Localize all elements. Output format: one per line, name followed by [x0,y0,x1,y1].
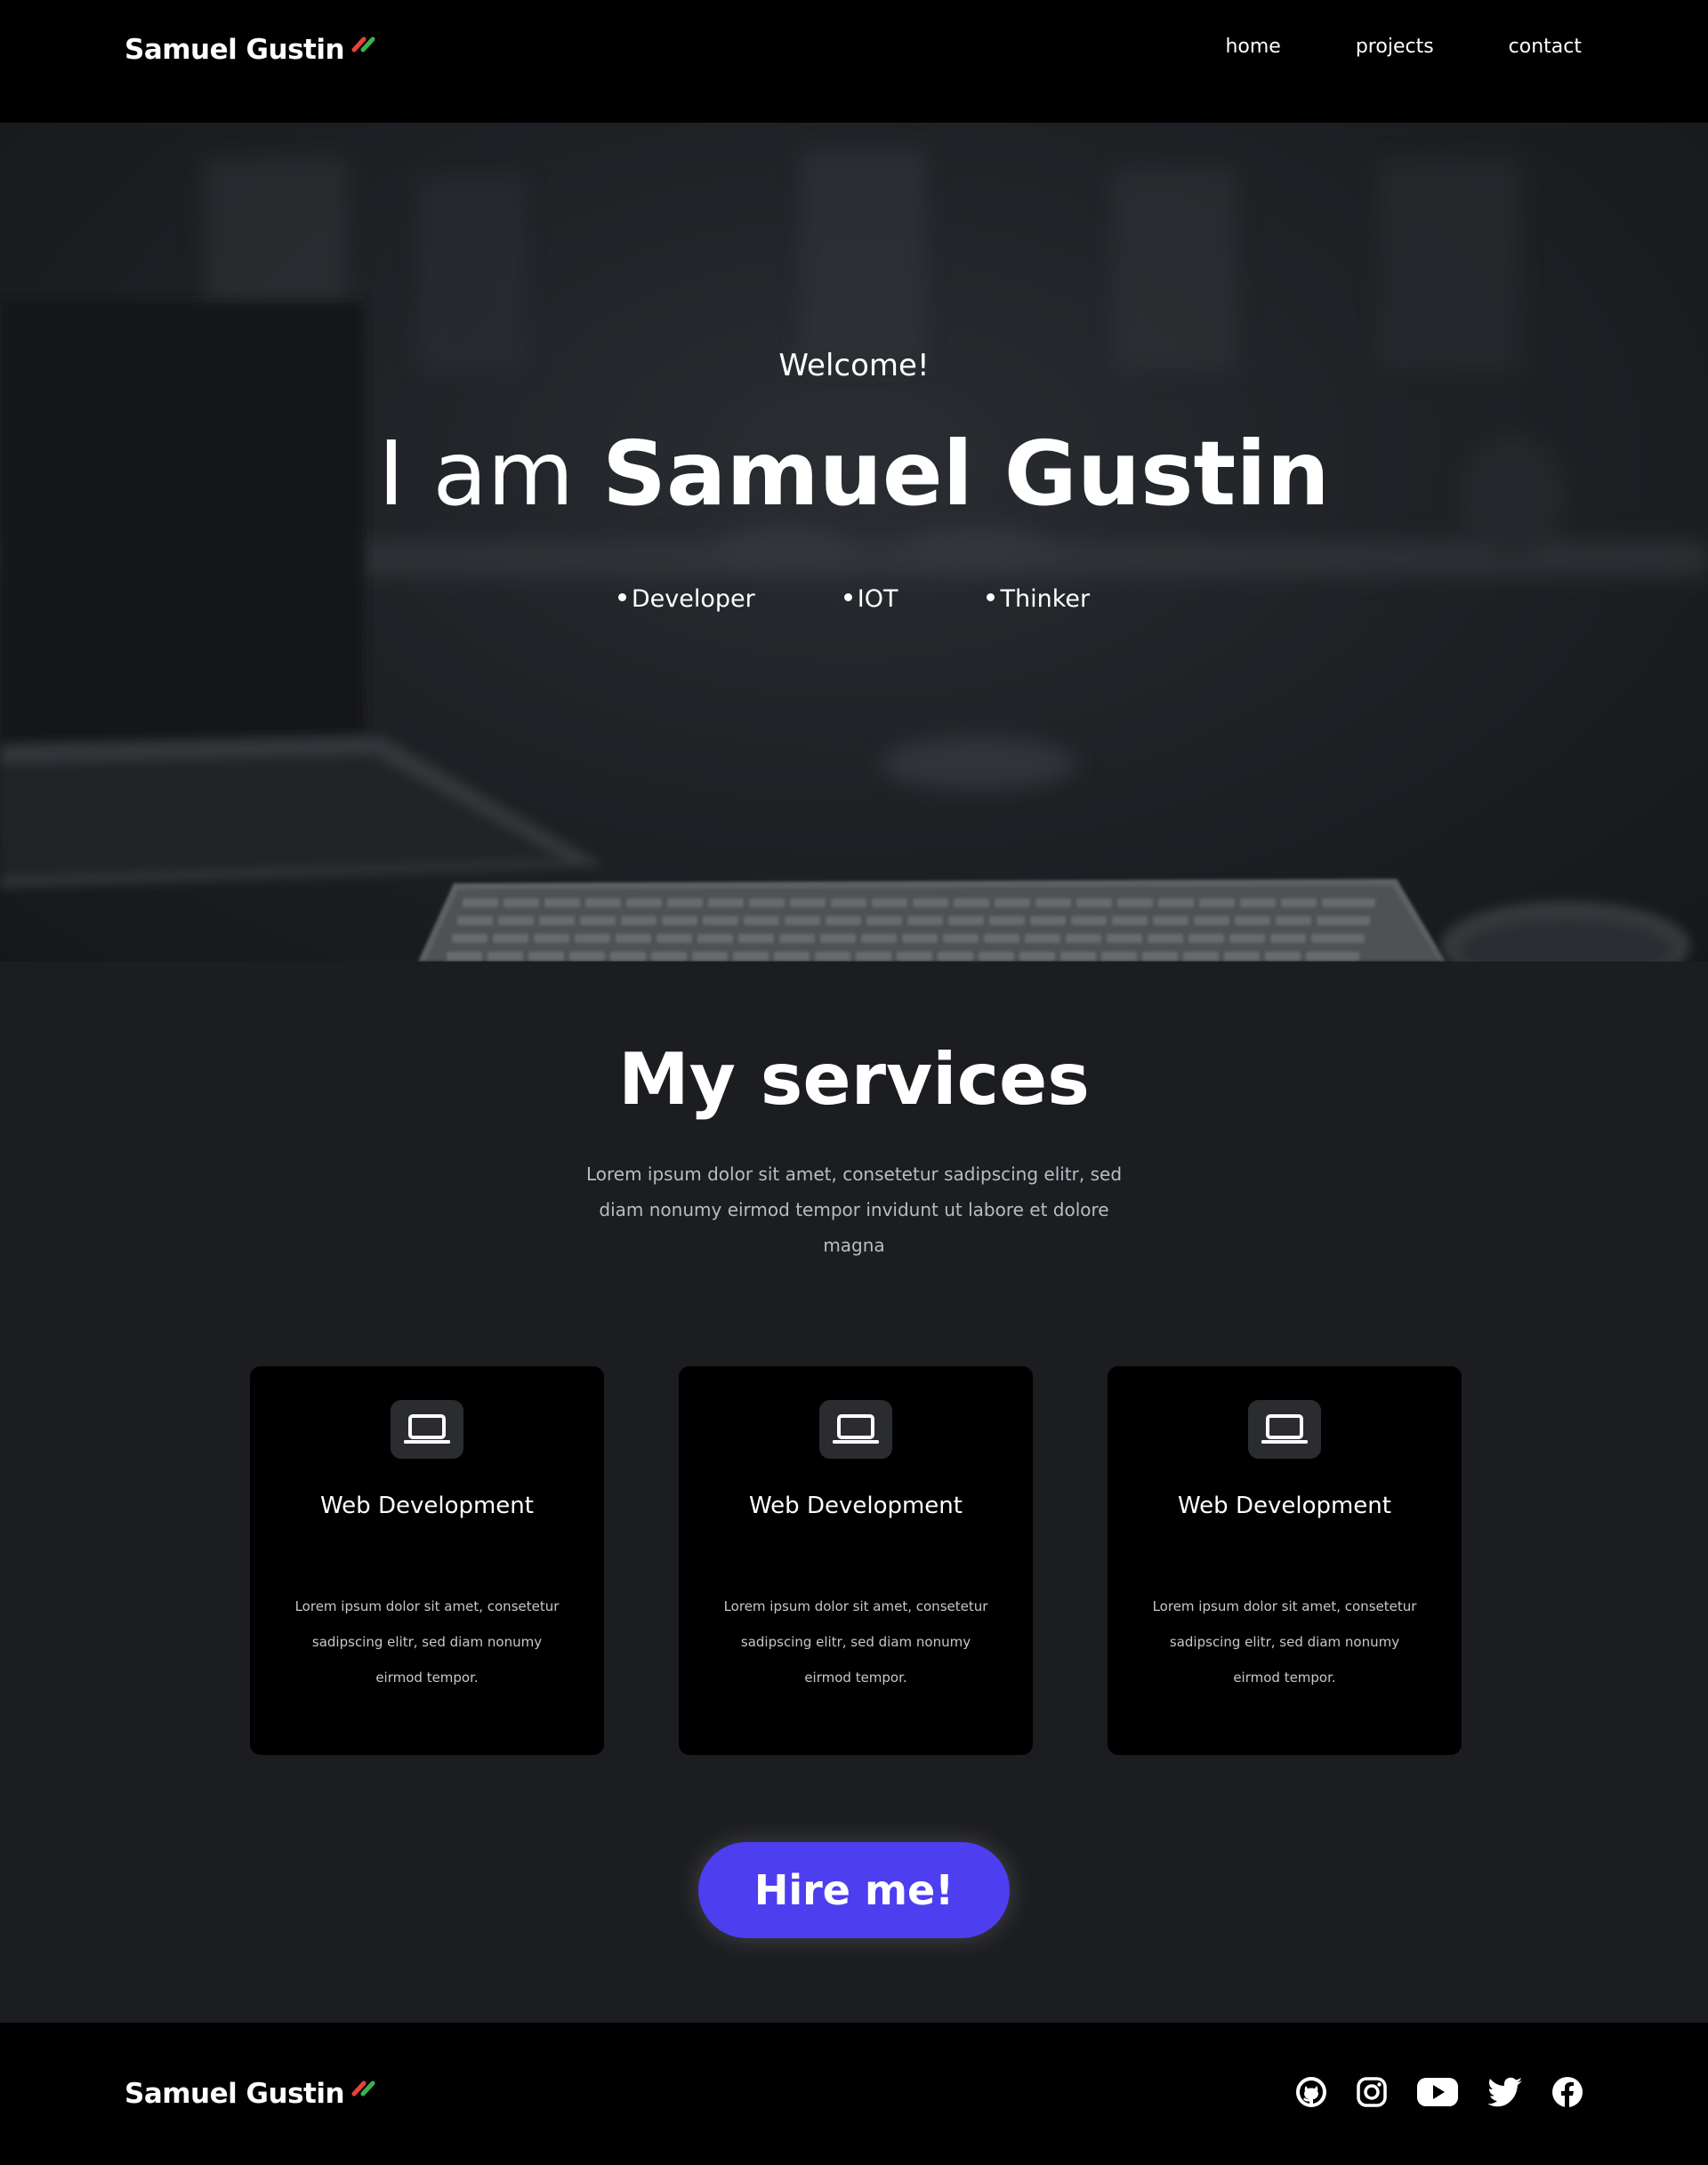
footer-brand-logo[interactable]: Samuel Gustin [125,2078,376,2110]
hero-welcome: Welcome! [778,348,930,383]
hero-role-item: IOT [843,585,898,613]
main-nav: home projects contact [1225,36,1582,58]
hero-title-prefix: I am [378,422,602,526]
bullet-icon [987,593,995,601]
youtube-icon[interactable] [1416,2076,1459,2108]
instagram-icon[interactable] [1356,2076,1388,2108]
laptop-icon [1248,1400,1321,1459]
facebook-icon[interactable] [1551,2076,1583,2108]
github-icon[interactable] [1295,2076,1327,2108]
footer: Samuel Gustin [0,2023,1708,2165]
services-title: My services [618,1038,1090,1121]
laptop-icon [819,1400,892,1459]
bullet-icon [617,593,626,601]
service-card: Web Development Lorem ipsum dolor sit am… [679,1366,1033,1755]
bullet-icon [843,593,852,601]
hero-role-item: Developer [617,585,755,613]
hero-roles: Developer IOT Thinker [0,585,1708,613]
service-card-title: Web Development [320,1493,534,1519]
services-description: Lorem ipsum dolor sit amet, consetetur s… [585,1163,1123,1256]
hero-section: Welcome! I am Samuel Gustin Developer IO… [0,123,1708,962]
hero-role-label: IOT [857,585,898,613]
service-card-description: Lorem ipsum dolor sit amet, consetetur s… [294,1598,560,1686]
nav-link-projects[interactable]: projects [1356,36,1434,58]
nav-link-home[interactable]: home [1225,36,1280,58]
twitter-icon[interactable] [1487,2077,1523,2107]
hire-me-button[interactable]: Hire me! [698,1842,1010,1938]
service-card: Web Development Lorem ipsum dolor sit am… [250,1366,604,1755]
navbar: Samuel Gustin home projects contact [0,0,1708,123]
hero-role-label: Thinker [1000,585,1091,613]
hero-title: I am Samuel Gustin [0,425,1708,523]
brand-name: Samuel Gustin [125,34,345,66]
hero-role-label: Developer [631,585,755,613]
brand-mark-icon [351,2080,375,2097]
service-cards: Web Development Lorem ipsum dolor sit am… [250,1366,1462,1755]
service-card-description: Lorem ipsum dolor sit amet, consetetur s… [723,1598,988,1686]
footer-brand-name: Samuel Gustin [125,2078,345,2110]
brand-mark-icon [351,36,375,52]
hero-role-item: Thinker [987,585,1090,613]
service-card-title: Web Development [1178,1493,1391,1519]
service-card: Web Development Lorem ipsum dolor sit am… [1108,1366,1462,1755]
hero-title-name: Samuel Gustin [601,422,1330,526]
nav-link-contact[interactable]: contact [1509,36,1582,58]
service-card-description: Lorem ipsum dolor sit amet, consetetur s… [1152,1598,1417,1686]
laptop-icon [391,1400,463,1459]
hero-overlay [0,123,1708,962]
social-links [1295,2076,1583,2108]
service-card-title: Web Development [749,1493,963,1519]
brand-logo[interactable]: Samuel Gustin [125,34,376,66]
